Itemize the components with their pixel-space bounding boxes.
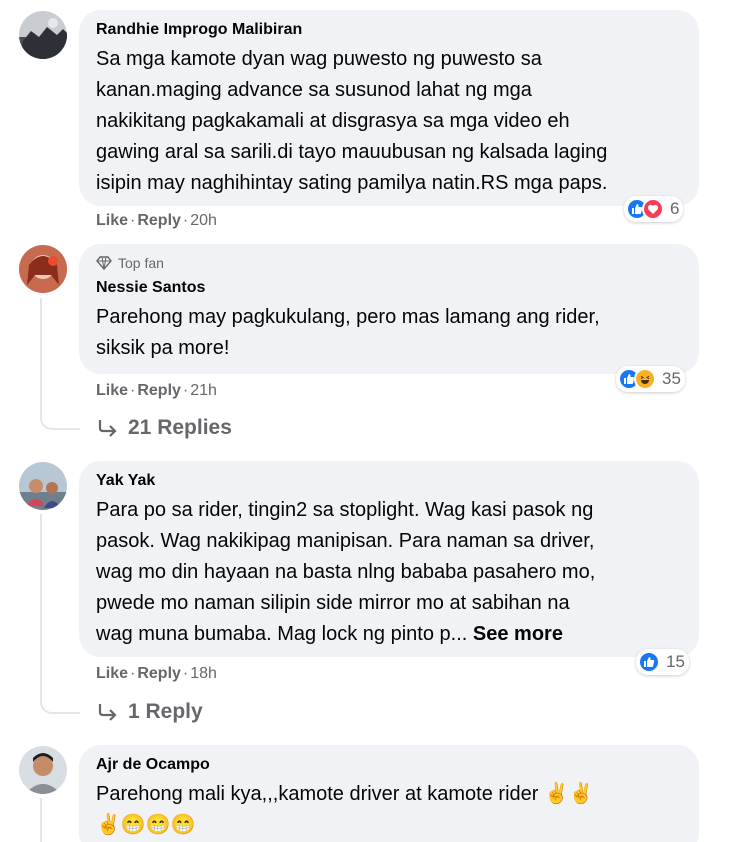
comment-bubble: Randhie Improgo Malibiran Sa mga kamote …	[79, 10, 699, 206]
view-replies-button[interactable]: 1 Reply	[96, 700, 203, 724]
reply-button[interactable]: Reply	[137, 211, 181, 231]
comment-text: Sa mga kamote dyan wag puwesto ng puwest…	[96, 48, 608, 194]
timestamp[interactable]: 18h	[190, 664, 217, 684]
haha-icon	[634, 368, 656, 390]
comment-bubble: Yak Yak Para po sa rider, tingin2 sa sto…	[79, 461, 699, 657]
timestamp[interactable]: 21h	[190, 381, 217, 401]
reply-button[interactable]: Reply	[137, 664, 181, 684]
comment-text: Para po sa rider, tingin2 sa stoplight. …	[96, 499, 596, 645]
reaction-count: 35	[662, 369, 681, 388]
avatar[interactable]	[19, 462, 67, 510]
reaction-count: 15	[666, 652, 685, 671]
comment-bubble: Ajr de Ocampo Parehong mali kya,,,kamote…	[79, 745, 699, 842]
reply-arrow-icon	[98, 704, 117, 721]
thread-elbow	[40, 408, 80, 430]
reply-button[interactable]: Reply	[137, 381, 181, 401]
avatar[interactable]	[19, 11, 67, 59]
timestamp[interactable]: 20h	[190, 211, 217, 231]
reaction-summary[interactable]: 6	[624, 196, 684, 222]
avatar[interactable]	[19, 245, 67, 293]
thread-elbow	[40, 692, 80, 714]
see-more-link[interactable]: See more	[473, 623, 563, 645]
reply-arrow-icon	[98, 420, 117, 437]
thread-line	[40, 514, 42, 694]
comment-actions: Like · Reply · 20h	[96, 211, 217, 231]
top-fan-badge: Top fan	[96, 254, 682, 272]
diamond-icon	[96, 256, 112, 271]
view-replies-button[interactable]: 21 Replies	[96, 416, 232, 440]
like-button[interactable]: Like	[96, 211, 128, 231]
comment-author[interactable]: Nessie Santos	[96, 278, 682, 298]
reaction-summary[interactable]: 35	[616, 366, 685, 392]
comment-author[interactable]: Yak Yak	[96, 471, 682, 491]
reaction-summary[interactable]: 15	[636, 649, 689, 675]
comment-actions: Like · Reply · 21h	[96, 381, 217, 401]
comment-bubble: Top fan Nessie Santos Parehong may pagku…	[79, 244, 699, 374]
love-icon	[642, 198, 664, 220]
like-button[interactable]: Like	[96, 664, 128, 684]
comment-text: Parehong mali kya,,,kamote driver at kam…	[96, 783, 594, 836]
like-icon	[638, 651, 660, 673]
comment-author[interactable]: Randhie Improgo Malibiran	[96, 20, 682, 40]
thread-line	[40, 298, 42, 410]
like-button[interactable]: Like	[96, 381, 128, 401]
avatar[interactable]	[19, 746, 67, 794]
comment-text: Parehong may pagkukulang, pero mas laman…	[96, 306, 600, 359]
comment-actions: Like · Reply · 18h	[96, 664, 217, 684]
comment-author[interactable]: Ajr de Ocampo	[96, 755, 682, 775]
thread-line	[40, 798, 42, 842]
reaction-count: 6	[670, 199, 680, 218]
